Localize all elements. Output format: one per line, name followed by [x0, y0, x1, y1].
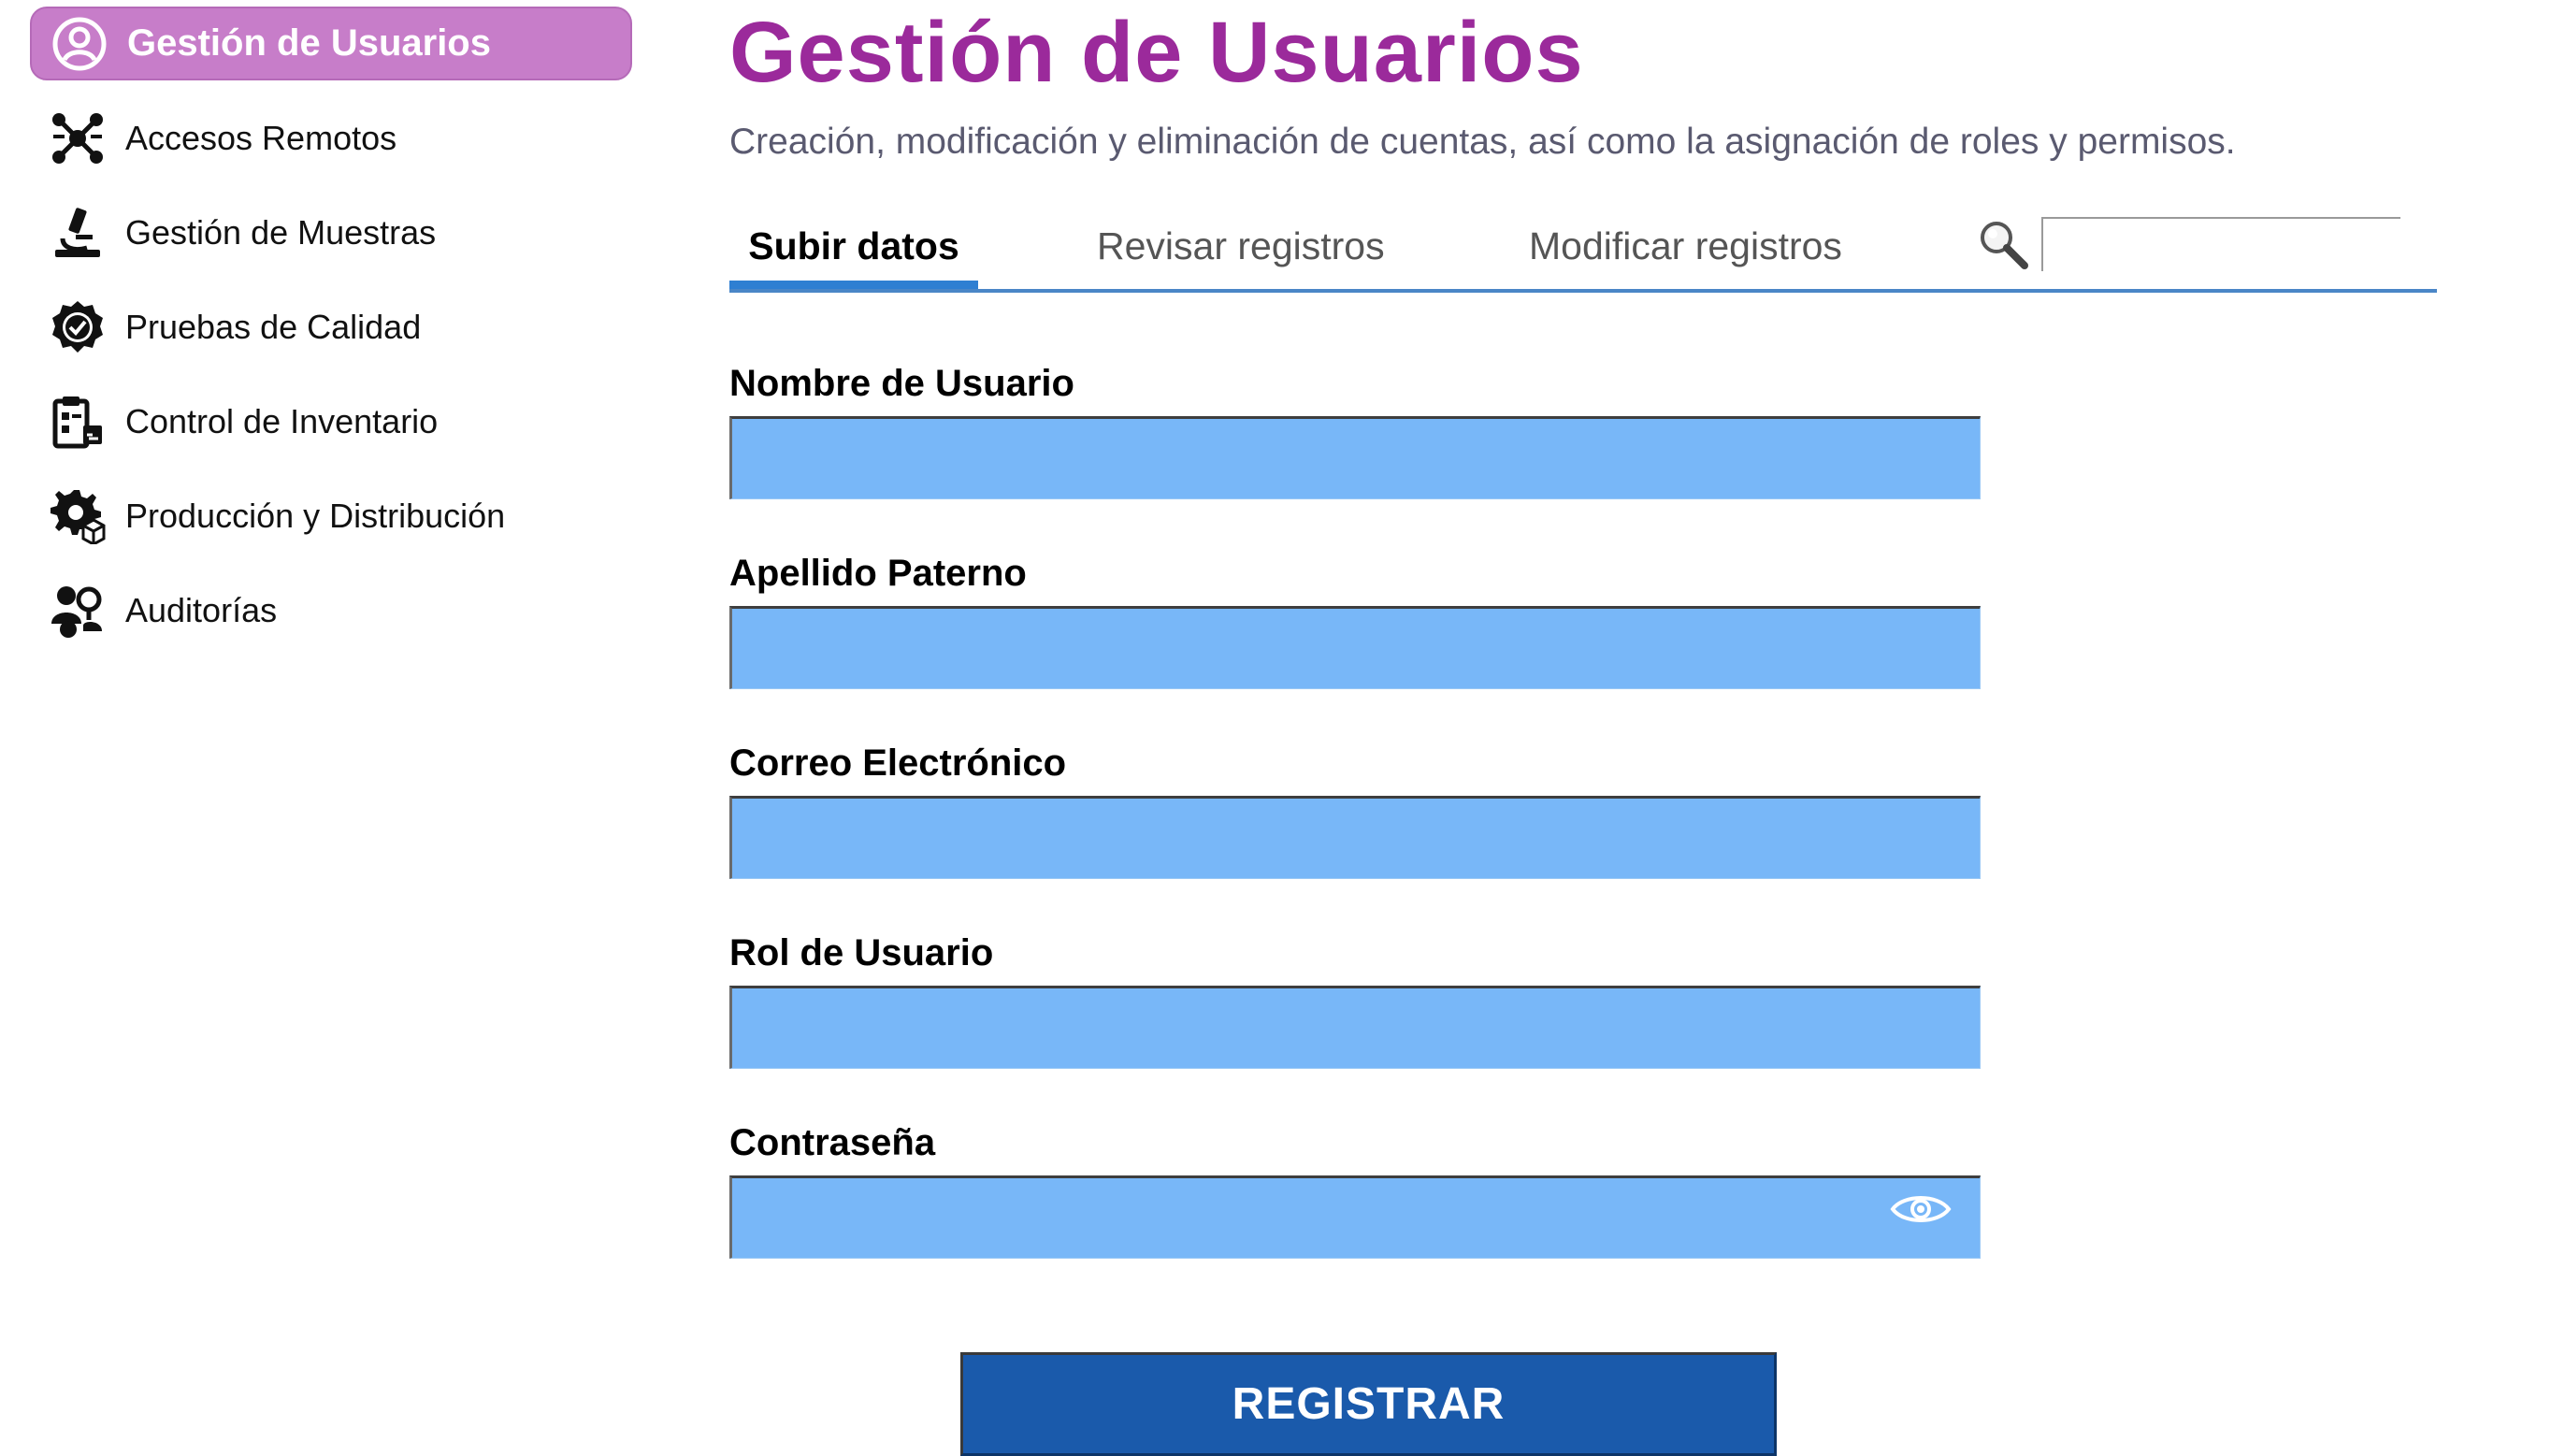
contrasena-input[interactable] — [729, 1175, 1981, 1259]
tab-subir-datos[interactable]: Subir datos — [729, 224, 978, 268]
eye-icon[interactable] — [1889, 1190, 1953, 1228]
field-label: Apellido Paterno — [729, 553, 1027, 594]
sidebar-item-gestion-muestras[interactable]: Gestión de Muestras — [30, 195, 632, 269]
sidebar-item-label: Auditorías — [125, 590, 278, 629]
tab-revisar-registros[interactable]: Revisar registros — [1097, 224, 1385, 268]
quality-badge-icon — [47, 296, 108, 358]
gear-package-icon — [47, 485, 108, 547]
sidebar-item-label: Gestión de Muestras — [125, 212, 437, 252]
sidebar-item-auditorias[interactable]: Auditorías — [30, 573, 632, 647]
search-icon[interactable] — [1976, 217, 2032, 273]
microscope-icon — [47, 202, 108, 264]
correo-electronico-input[interactable] — [729, 796, 1981, 879]
sidebar-item-label: Pruebas de Calidad — [125, 307, 422, 346]
sidebar-item-control-inventario[interactable]: Control de Inventario — [30, 384, 632, 458]
sidebar-item-gestion-usuarios[interactable]: Gestión de Usuarios — [30, 7, 632, 80]
apellido-paterno-input[interactable] — [729, 606, 1981, 689]
field-label: Correo Electrónico — [729, 742, 1067, 784]
user-circle-icon — [49, 13, 110, 75]
register-button[interactable]: REGISTRAR — [960, 1352, 1777, 1456]
sidebar-item-label: Control de Inventario — [125, 401, 439, 440]
search-input[interactable] — [2041, 217, 2400, 271]
nombre-usuario-input[interactable] — [729, 416, 1981, 499]
network-nodes-icon — [47, 108, 108, 169]
field-correo-electronico: Correo Electrónico — [729, 740, 1981, 879]
tab-divider — [729, 289, 2437, 293]
tab-bar: Subir datos Revisar registros Modificar … — [729, 213, 2437, 294]
sidebar: Gestión de Usuarios Accesos Remotos Gest… — [0, 0, 655, 1446]
field-apellido-paterno: Apellido Paterno — [729, 550, 1981, 689]
field-rol-usuario: Rol de Usuario — [729, 930, 1981, 1069]
field-label: Rol de Usuario — [729, 932, 994, 973]
sidebar-item-label: Gestión de Usuarios — [127, 22, 491, 64]
sidebar-item-label: Producción y Distribución — [125, 496, 506, 535]
sidebar-item-produccion-distribucion[interactable]: Producción y Distribución — [30, 479, 632, 553]
rol-usuario-input[interactable] — [729, 986, 1981, 1069]
tab-modificar-registros[interactable]: Modificar registros — [1529, 224, 1842, 268]
field-label: Contraseña — [729, 1122, 936, 1163]
sidebar-item-pruebas-calidad[interactable]: Pruebas de Calidad — [30, 290, 632, 364]
sidebar-item-accesos-remotos[interactable]: Accesos Remotos — [30, 101, 632, 175]
page-title: Gestión de Usuarios — [729, 5, 1584, 100]
page-subtitle: Creación, modificación y eliminación de … — [729, 122, 2236, 162]
inventory-clipboard-icon — [47, 391, 108, 453]
audit-people-icon — [47, 580, 108, 642]
sidebar-item-label: Accesos Remotos — [125, 118, 397, 157]
field-label: Nombre de Usuario — [729, 363, 1074, 404]
field-contrasena: Contraseña — [729, 1119, 1981, 1259]
field-nombre-usuario: Nombre de Usuario — [729, 360, 1981, 499]
